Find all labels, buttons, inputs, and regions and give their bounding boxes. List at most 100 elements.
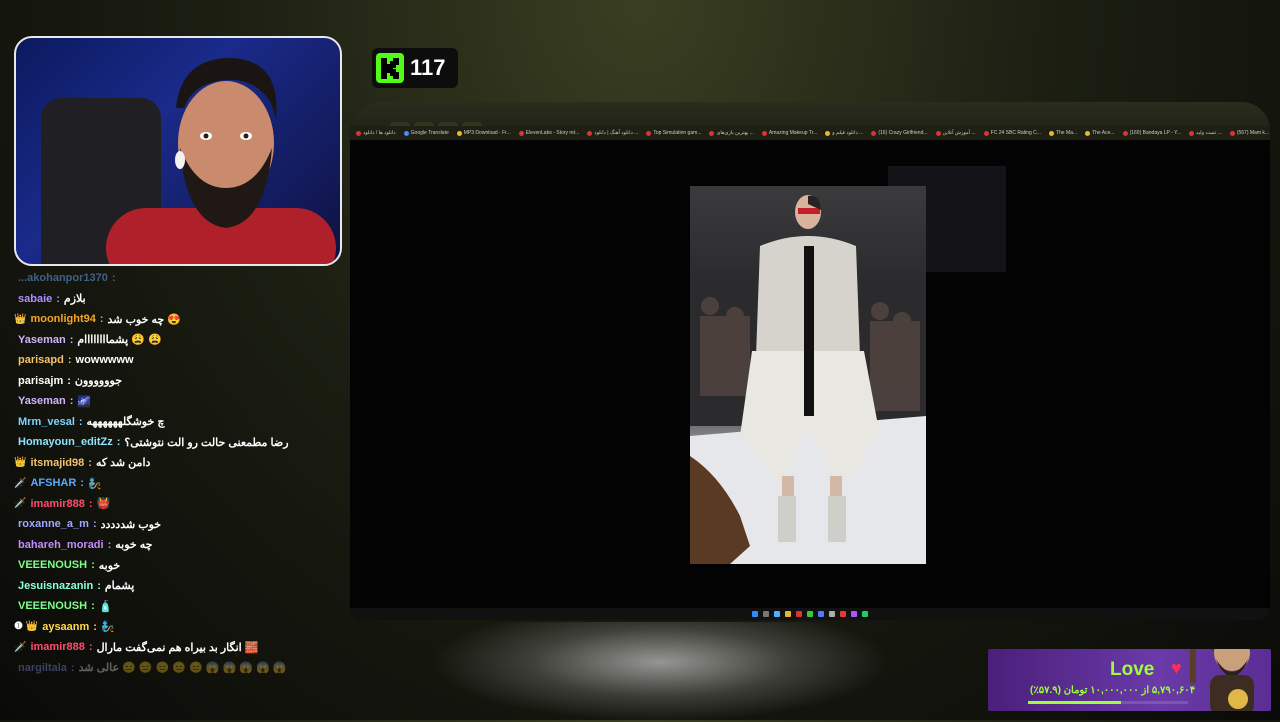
app-icon[interactable]	[774, 611, 780, 617]
stage-spotlight	[430, 622, 890, 722]
chat-text: پشمام	[104, 580, 135, 593]
chat-separator: :	[78, 415, 83, 428]
chat-message: Homayoun_editZz: رضا مطمعنی حالت رو الت ن…	[14, 432, 344, 453]
chat-username[interactable]: AFSHAR	[30, 477, 76, 489]
chat-text: 🧞	[87, 477, 102, 490]
chat-username[interactable]: Jesuisnazanin	[18, 580, 93, 592]
app-icon[interactable]	[818, 611, 824, 617]
chat-message: ❶ 👑 aysaanm: 🧞	[14, 617, 344, 638]
chat-text: عالی شد 😑 😑 😑 😑 😑 😱 😱 😱 😱 😱	[78, 662, 287, 675]
browser-tab[interactable]	[438, 122, 458, 126]
bookmark-item[interactable]: (160) Bandaya LP - Y...	[1122, 130, 1181, 136]
os-taskbar	[350, 608, 1270, 620]
chat-username[interactable]: nargiltala	[18, 662, 67, 674]
chat-message: VEEENOUSH: خوبه	[14, 555, 344, 576]
chat-username[interactable]: imamir888	[30, 641, 84, 653]
bookmark-item[interactable]: (567) Mam k...	[1229, 130, 1269, 136]
chat-message: 🗡️ imamir888: انگار بد بیراه هم نمی‌گفت ما…	[14, 637, 344, 658]
chat-separator: :	[88, 497, 93, 510]
chat-badge-icon: 🗡️	[14, 641, 27, 653]
chat-separator: :	[67, 354, 72, 367]
chat-username[interactable]: itsmajid98	[30, 457, 84, 469]
chat-separator: :	[69, 395, 74, 408]
bookmark-item[interactable]: بهترین بازی‌های ...	[709, 130, 754, 136]
chat-text: چ خوشگلههههههه	[86, 416, 165, 429]
chat-username[interactable]: Yaseman	[18, 395, 66, 407]
screen-capture: دانلود ها / دانلود Google Translate MP3 …	[350, 102, 1270, 620]
bookmark-item[interactable]: تست ولید ...	[1189, 130, 1222, 136]
chrome-icon[interactable]	[807, 611, 813, 617]
chat-message: 🗡️ imamir888: 👹	[14, 494, 344, 515]
chat-message: ...akohanpor1370:	[14, 268, 344, 289]
bookmark-item[interactable]: دانلود آهنگ | دانلود ...	[587, 130, 638, 136]
app-icon[interactable]	[796, 611, 802, 617]
bookmark-item[interactable]: Amazing Makeup Tr...	[761, 130, 817, 136]
bookmark-item[interactable]: The Ace...	[1085, 130, 1115, 136]
chat-text: 🧞	[100, 621, 115, 634]
bookmarks-bar: دانلود ها / دانلود Google Translate MP3 …	[350, 126, 1270, 140]
chat-username[interactable]: VEEENOUSH	[18, 559, 87, 571]
chat-username[interactable]: ...akohanpor1370	[18, 272, 108, 284]
chat-message: Yaseman: پشماااااااام 😩 😩	[14, 330, 344, 351]
chat-text: چه خوبه	[115, 539, 153, 552]
chat-separator: :	[92, 518, 97, 531]
chat-separator: :	[80, 477, 84, 490]
folder-icon[interactable]	[785, 611, 791, 617]
app-icon[interactable]	[851, 611, 857, 617]
chat-username[interactable]: Homayoun_editZz	[18, 436, 113, 448]
chat-text: انگار بد بیراه هم نمی‌گفت مارال 🧱	[96, 641, 259, 654]
chat-separator: :	[111, 272, 116, 285]
chat-message: 👑 moonlight94: چه خوب شد 😍	[14, 309, 344, 330]
chat-text: پشماااااااام 😩 😩	[77, 334, 162, 347]
chat-separator: :	[99, 313, 104, 326]
chat-username[interactable]: Yaseman	[18, 334, 66, 346]
chat-text: 🌌	[77, 395, 92, 408]
chat-username[interactable]: parisapd	[18, 354, 64, 366]
bookmark-item[interactable]: دانلود ها / دانلود	[356, 130, 396, 136]
bookmark-item[interactable]: دانلود فیلم و ...	[825, 130, 863, 136]
bookmark-item[interactable]: Google Translate	[403, 130, 449, 136]
search-icon[interactable]	[763, 611, 769, 617]
windows-start-icon[interactable]	[752, 611, 758, 617]
chat-text: 👹	[96, 498, 111, 511]
chat-username[interactable]: parisajm	[18, 375, 63, 387]
goal-progress-fill	[1028, 701, 1121, 704]
app-icon[interactable]	[862, 611, 868, 617]
runway-model-figure	[690, 195, 926, 564]
bookmark-item[interactable]: ElevenLabs - Story ret...	[518, 130, 579, 136]
browser-tab[interactable]	[390, 122, 410, 126]
chat-message: roxanne_a_m: خوب شددددد	[14, 514, 344, 535]
app-icon[interactable]	[829, 611, 835, 617]
bookmark-item[interactable]: The Ma...	[1048, 130, 1077, 136]
bookmark-item[interactable]: Top Simulation gam...	[646, 130, 701, 136]
streamer	[106, 58, 336, 264]
bookmark-item[interactable]: FC 24 SBC Rating C...	[983, 130, 1041, 136]
chat-username[interactable]: imamir888	[30, 498, 84, 510]
chat-username[interactable]: bahareh_moradi	[18, 539, 104, 551]
chat-message: sabaie: بلازم	[14, 289, 344, 310]
mascot-icon	[1190, 649, 1254, 711]
chat-badge-icon: ❶ 👑	[14, 621, 39, 633]
browser-tab[interactable]	[414, 122, 434, 126]
chat-username[interactable]: sabaie	[18, 293, 52, 305]
browser-tab[interactable]	[462, 122, 482, 126]
chat-message: nargiltala: عالی شد 😑 😑 😑 😑 😑 😱 😱 😱 😱 😱	[14, 658, 344, 679]
chat-username[interactable]: VEEENOUSH	[18, 600, 87, 612]
chat-badge-icon: 👑	[14, 313, 27, 325]
chat-separator: :	[88, 456, 92, 469]
bookmark-item[interactable]: MP3 Download - Fr...	[456, 130, 511, 136]
chat-text: دامن شد که	[95, 457, 151, 470]
chat-username[interactable]: aysaanm	[42, 621, 89, 633]
chat-username[interactable]: roxanne_a_m	[18, 518, 89, 530]
chat-username[interactable]: Mrm_vesal	[18, 416, 75, 428]
fashion-runway-image[interactable]	[690, 186, 926, 564]
browser-content	[350, 140, 1270, 610]
chat-text: 🧴	[98, 600, 113, 613]
goal-title: Love	[1110, 659, 1155, 680]
app-icon[interactable]	[840, 611, 846, 617]
chat-username[interactable]: moonlight94	[30, 313, 95, 325]
chat-panel: ...akohanpor1370: sabaie: بلازم 👑 moonlight9…	[14, 268, 344, 678]
kick-logo-icon	[376, 53, 404, 83]
bookmark-item[interactable]: آموزش آنلاین ...	[935, 130, 976, 136]
bookmark-item[interactable]: (16) Crazy Girlfriend...	[871, 130, 928, 136]
